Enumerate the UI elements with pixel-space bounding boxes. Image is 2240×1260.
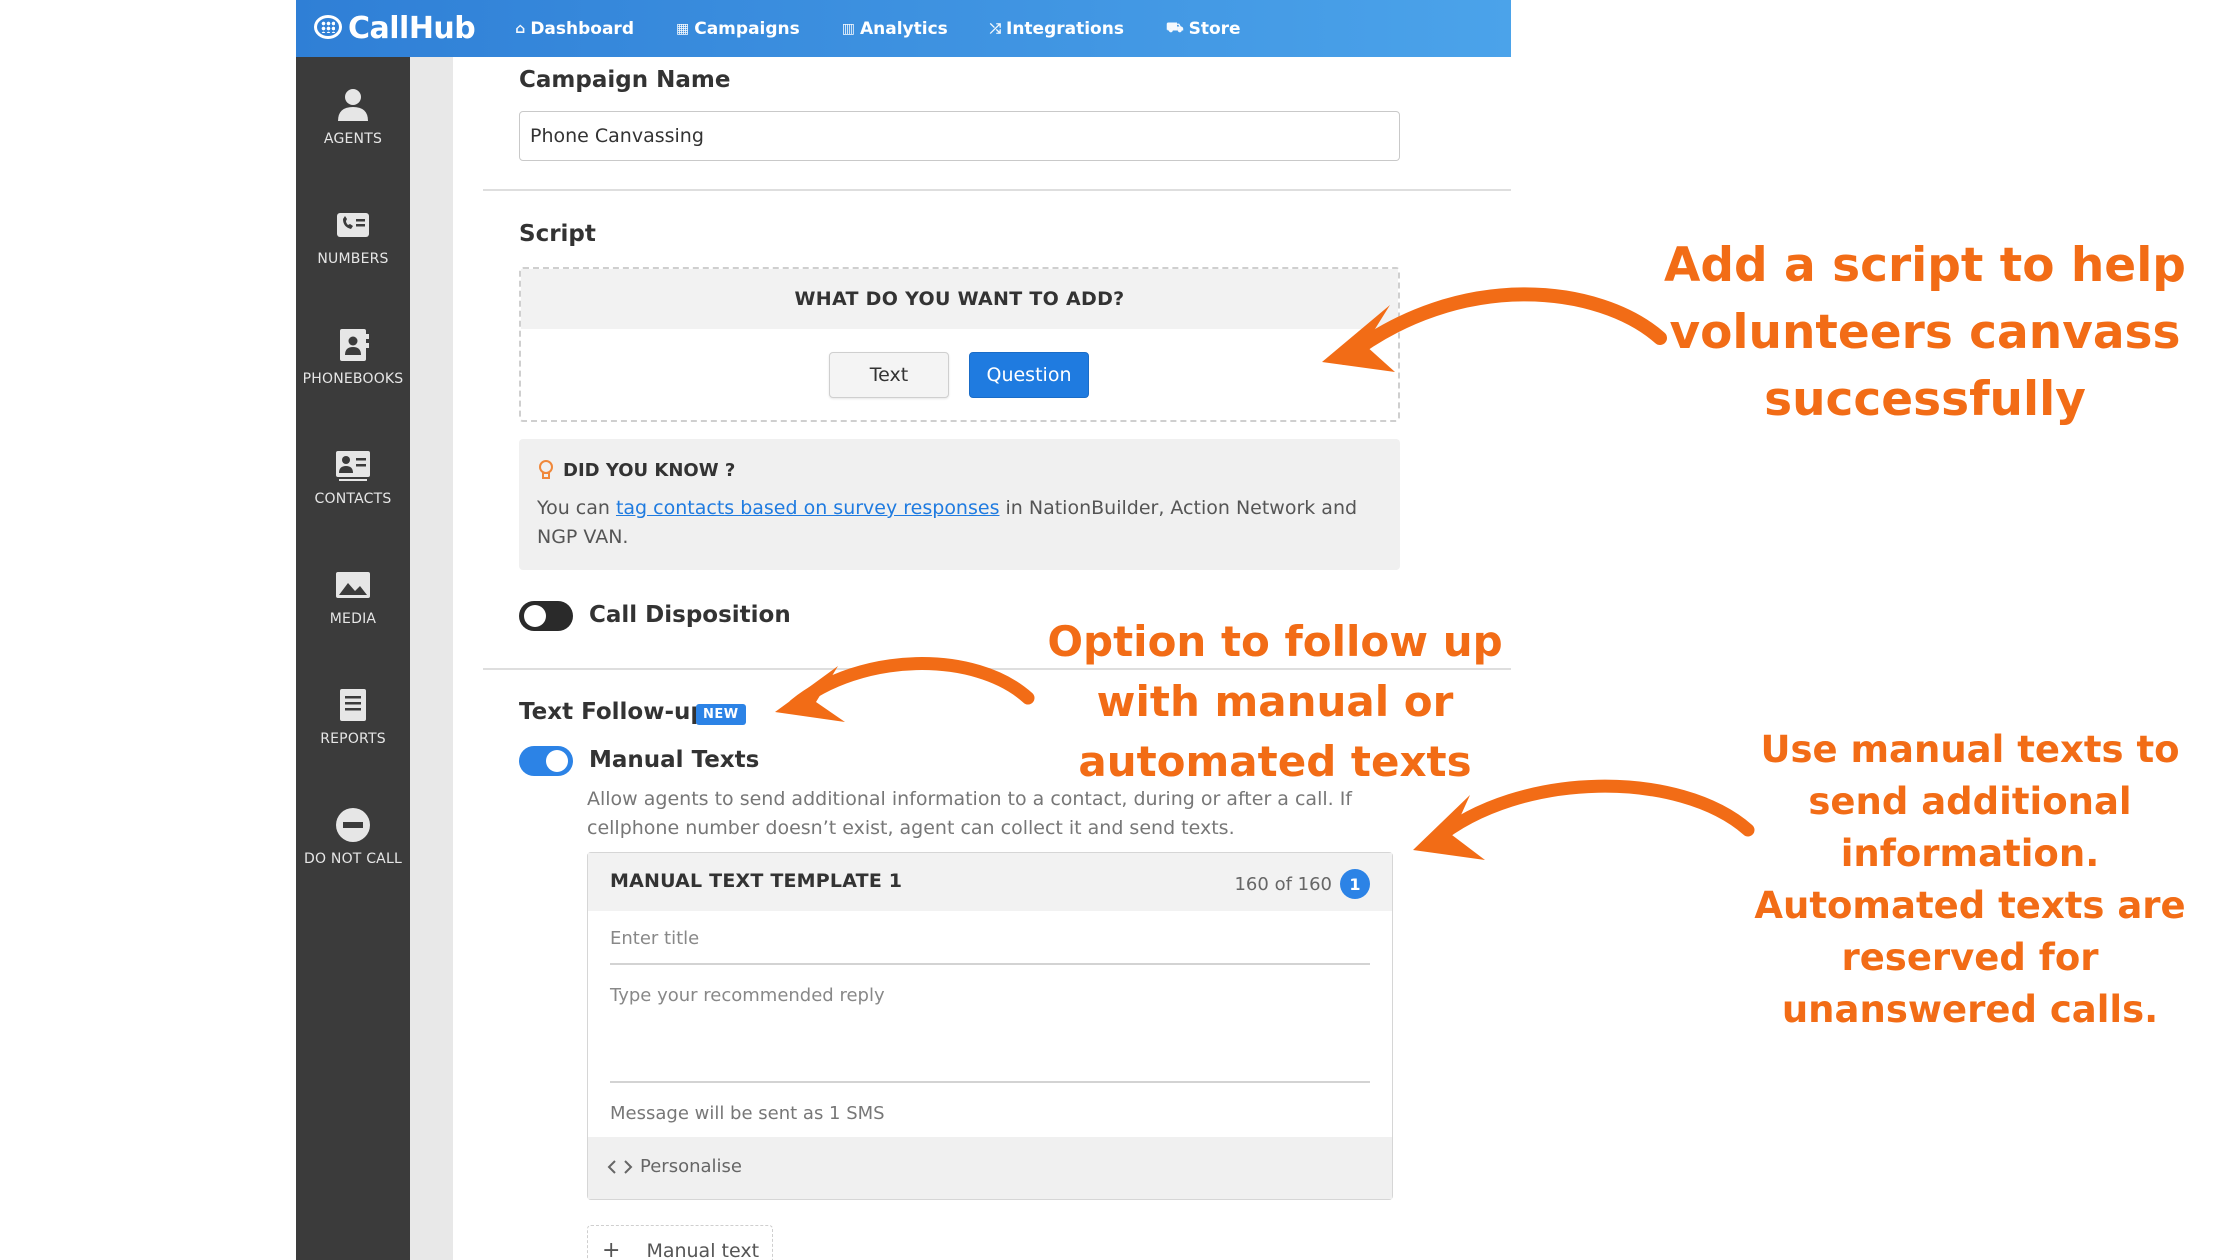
arrow-to-text-followup bbox=[775, 657, 1035, 722]
annotation-script: Add a script to help volunteers canvass … bbox=[1664, 238, 2186, 427]
arrow-to-script bbox=[1322, 287, 1667, 372]
arrow-to-manual-texts bbox=[1413, 779, 1755, 860]
annotation-followup: Option to follow up with manual or autom… bbox=[1047, 617, 1503, 786]
annotation-manual-texts: Use manual texts to send additional info… bbox=[1754, 728, 2186, 1031]
